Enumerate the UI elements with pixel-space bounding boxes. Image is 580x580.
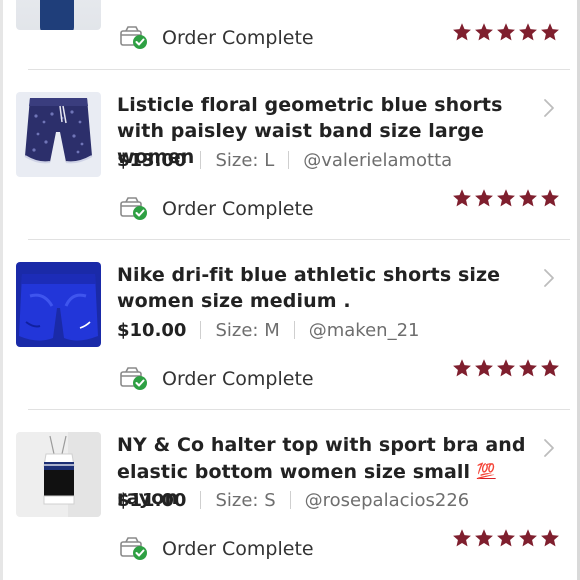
star-icon [453,359,471,377]
star-icon [475,529,493,547]
product-thumbnail[interactable] [16,262,101,347]
size: Size: L [215,149,275,171]
star-icon [475,359,493,377]
star-icon [519,23,537,41]
price: $13.00 [117,149,187,171]
seller-username[interactable]: @rosepalacios226 [305,490,470,511]
status-label: Order Complete [162,27,314,49]
star-icon [453,189,471,207]
order-status: Order Complete [120,366,314,392]
size: Size: M [215,319,280,341]
star-icon [541,359,559,377]
order-row-partial[interactable]: Order Complete [0,0,580,70]
meta-separator [200,151,202,169]
chevron-right-icon[interactable] [542,268,556,288]
meta-separator [293,321,295,339]
listing-meta: $10.00 Size: M @maken_21 [117,318,419,342]
status-label: Order Complete [162,538,314,560]
meta-separator [288,151,290,169]
star-icon [497,189,515,207]
package-check-icon [120,26,148,50]
star-icon [453,529,471,547]
star-icon [475,23,493,41]
star-icon [497,359,515,377]
price: $11.00 [117,489,187,511]
product-thumbnail[interactable] [16,92,101,177]
star-icon [497,529,515,547]
meta-separator [289,491,291,509]
product-thumbnail[interactable] [16,0,101,30]
star-icon [453,23,471,41]
star-icon [497,23,515,41]
listing-title[interactable]: Nike dri-fit blue athletic shorts size w… [117,262,537,314]
order-status: Order Complete [120,196,314,222]
star-icon [541,23,559,41]
seller-username[interactable]: @valerielamotta [303,150,452,171]
status-label: Order Complete [162,368,314,390]
listing-title-text: NY & Co halter top with sport bra and el… [117,434,526,483]
package-check-icon [120,367,148,391]
price: $10.00 [117,319,187,341]
star-icon [541,189,559,207]
star-icon [519,359,537,377]
package-check-icon [120,197,148,221]
listing-meta: $13.00 Size: L @valerielamotta [117,148,452,172]
star-icon [519,529,537,547]
star-icon [519,189,537,207]
order-status: Order Complete [120,536,314,562]
chevron-right-icon[interactable] [542,438,556,458]
star-icon [475,189,493,207]
product-thumbnail[interactable] [16,432,101,517]
meta-separator [200,321,202,339]
status-label: Order Complete [162,198,314,220]
rating-stars [452,188,560,212]
jeans-image-fragment [40,0,74,30]
star-icon [541,529,559,547]
listing-meta: $11.00 Size: S @rosepalacios226 [117,488,469,512]
order-row[interactable]: NY & Co halter top with sport bra and el… [0,410,580,580]
order-history-screen: Order Complete Listicle floral geometric… [0,0,580,580]
seller-username[interactable]: @maken_21 [309,320,420,341]
order-status: Order Complete [120,25,314,51]
chevron-right-icon[interactable] [542,98,556,118]
order-row[interactable]: Listicle floral geometric blue shorts wi… [0,70,580,240]
rating-stars [452,358,560,382]
hundred-points-icon: 💯 [476,462,496,480]
rating-stars [452,528,560,552]
order-row[interactable]: Nike dri-fit blue athletic shorts size w… [0,240,580,410]
size: Size: S [215,489,276,511]
package-check-icon [120,537,148,561]
meta-separator [200,491,202,509]
rating-stars [452,22,560,46]
